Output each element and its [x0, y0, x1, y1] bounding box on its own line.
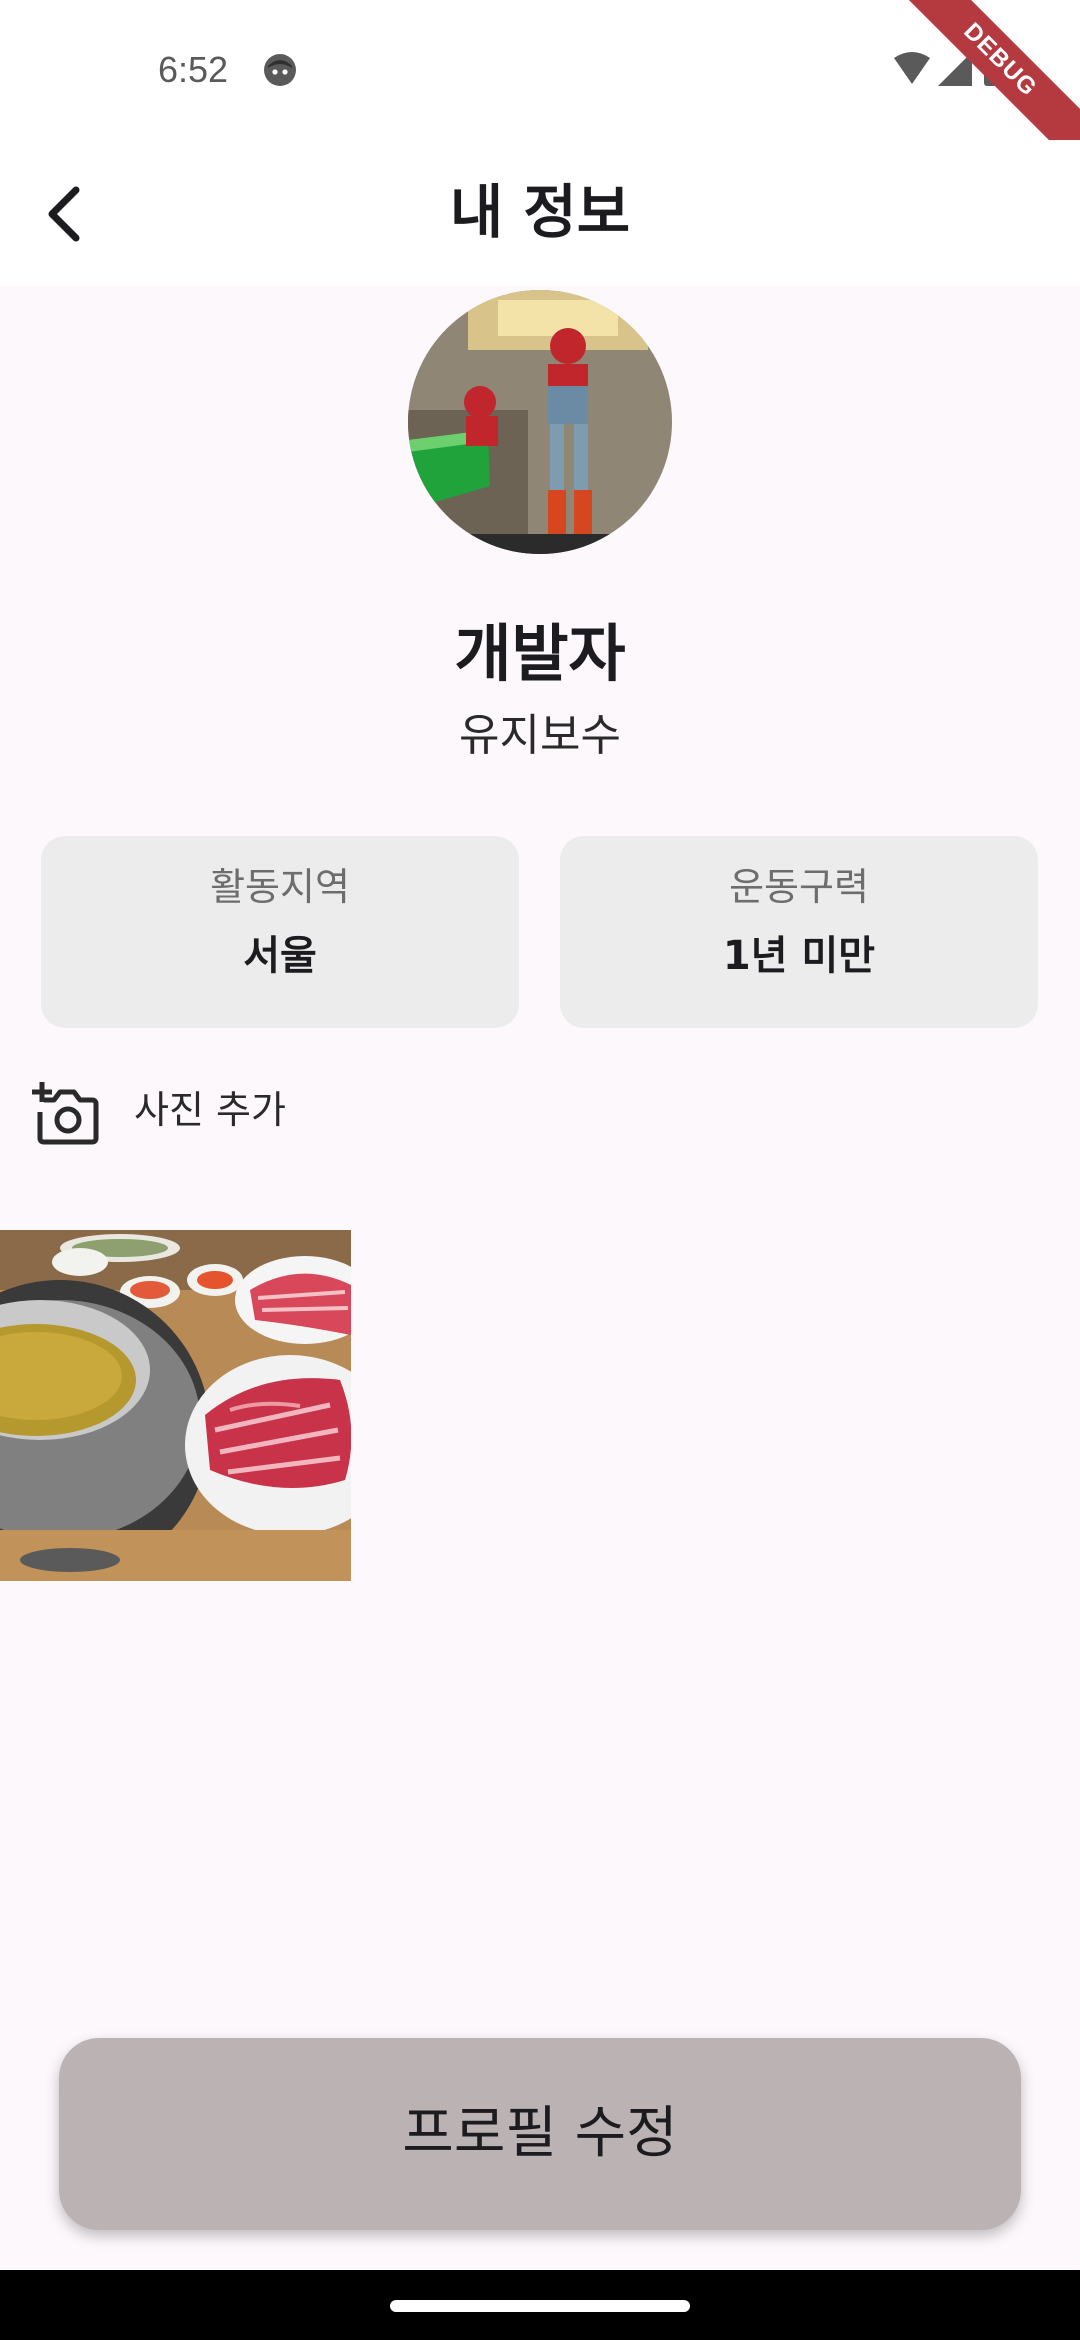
face-icon [264, 54, 296, 86]
profile-subtitle: 유지보수 [459, 710, 621, 761]
exercise-experience-value: 1년 미만 [722, 933, 876, 979]
gallery-photo[interactable] [0, 1230, 351, 1581]
profile-avatar[interactable] [408, 290, 672, 554]
activity-region-value: 서울 [243, 933, 317, 979]
add-photo-button[interactable]: 사진 추가 [30, 1076, 330, 1146]
status-bar: 6:52 DEBUG [0, 0, 1080, 182]
page-title: 내 정보 [449, 178, 631, 246]
add-photo-label: 사진 추가 [134, 1088, 286, 1132]
add-photo-camera-icon [32, 1082, 99, 1145]
activity-region-card: 활동지역 서울 [41, 836, 519, 1028]
activity-region-label: 활동지역 [210, 865, 350, 909]
home-indicator[interactable] [390, 2300, 690, 2312]
exercise-experience-label: 운동구력 [729, 865, 869, 909]
status-time: 6:52 [158, 49, 229, 90]
exercise-experience-card: 운동구력 1년 미만 [560, 836, 1038, 1028]
wifi-icon [894, 52, 930, 84]
edit-profile-button[interactable]: 프로필 수정 [59, 2038, 1021, 2230]
profile-nickname: 개발자 [454, 617, 626, 690]
app-bar: 내 정보 [0, 140, 1080, 286]
